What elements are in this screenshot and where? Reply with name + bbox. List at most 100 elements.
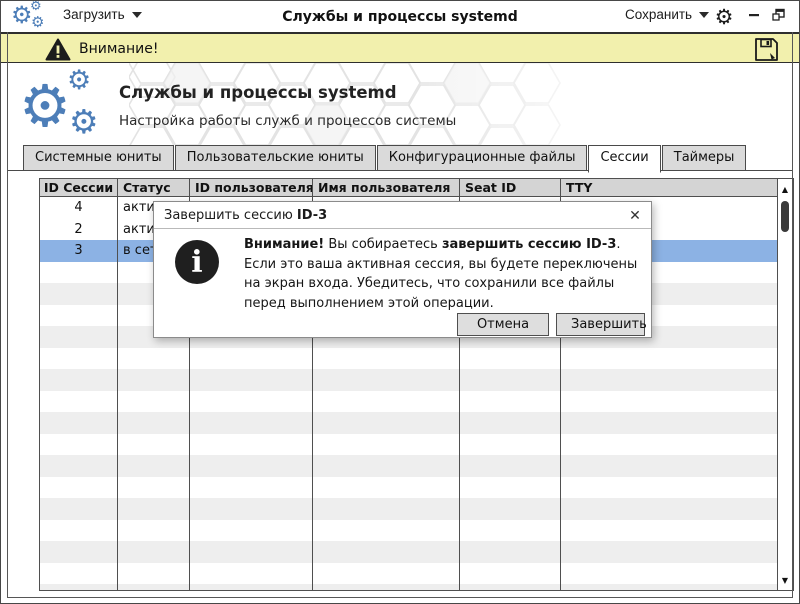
app-window: Службы и процессы systemd ⚙ ⚙ ⚙ Загрузит… [0,0,800,604]
table-cell [40,283,118,305]
scroll-up-arrow-icon[interactable]: ▲ [778,185,792,194]
table-cell [460,563,561,585]
dialog-titlebar: Завершить сессию ID-3 ✕ [154,202,651,229]
table-cell [40,369,118,391]
table-row-empty [40,541,777,563]
hero-title: Службы и процессы systemd [119,83,397,102]
table-row-empty [40,348,777,370]
table-cell[interactable]: 3 [40,240,118,262]
table-cell [313,391,460,413]
save-menu-button[interactable]: Сохранить [619,6,715,23]
table-cell [561,477,777,499]
table-row-empty [40,520,777,542]
table-cell [118,434,190,456]
hero-logo-icon: ⚙ ⚙ ⚙ [19,67,115,141]
table-cell [118,391,190,413]
page-header: ⚙ ⚙ ⚙ Службы и процессы systemd Настройк… [1,63,799,145]
dialog-close-button[interactable]: ✕ [626,206,644,224]
tab-1[interactable]: Пользовательские юниты [175,145,376,171]
table-cell [118,369,190,391]
tab-4[interactable]: Таймеры [662,145,747,171]
table-cell [460,498,561,520]
table-cell [313,563,460,585]
terminate-session-dialog: Завершить сессию ID-3 ✕ i Внимание! Вы с… [153,201,652,338]
table-cell [190,412,313,434]
settings-gear-button[interactable]: ⚙ [711,4,737,30]
table-cell [561,391,777,413]
table-header-row: ID СессииСтатусID пользователяИмя пользо… [40,179,777,197]
table-cell [190,541,313,563]
tab-bar: Системные юнитыПользовательские юнитыКон… [23,145,746,171]
table-cell [460,434,561,456]
table-cell[interactable]: 2 [40,219,118,241]
table-cell [313,434,460,456]
table-cell [190,391,313,413]
close-button[interactable]: ✕ [796,8,800,24]
table-cell [460,541,561,563]
table-cell [460,520,561,542]
minimize-button[interactable] [747,8,761,24]
column-header[interactable]: Имя пользователя [313,179,460,196]
table-cell [313,520,460,542]
table-cell [40,412,118,434]
table-row-empty [40,412,777,434]
table-cell [561,541,777,563]
table-row-empty [40,369,777,391]
table-cell [118,348,190,370]
scroll-down-arrow-icon[interactable]: ▼ [778,576,792,585]
app-logo-icon: ⚙ ⚙ ⚙ [11,2,51,32]
table-cell [40,391,118,413]
load-menu-label: Загрузить [63,7,125,22]
maximize-restore-button[interactable] [771,8,786,24]
table-row-empty [40,498,777,520]
table-row-empty [40,455,777,477]
table-cell [40,477,118,499]
table-cell [460,348,561,370]
table-cell [40,455,118,477]
table-cell [460,391,561,413]
column-header[interactable]: Seat ID [460,179,561,196]
table-cell [118,477,190,499]
table-cell [40,520,118,542]
table-cell [460,477,561,499]
table-cell [561,369,777,391]
table-cell [313,477,460,499]
table-row-empty [40,434,777,456]
table-cell [561,455,777,477]
load-menu-button[interactable]: Загрузить [57,6,148,23]
table-cell [460,369,561,391]
vertical-scrollbar[interactable]: ▲ ▼ [778,178,794,591]
column-header[interactable]: TTY [561,179,777,196]
terminate-button[interactable]: Завершить [556,313,645,336]
table-cell [40,326,118,348]
tab-3[interactable]: Сессии [588,145,660,173]
column-header[interactable]: ID Сессии [40,179,118,196]
table-cell [313,455,460,477]
column-header[interactable]: ID пользователя [190,179,313,196]
hero-subtitle: Настройка работы служб и процессов систе… [119,113,456,129]
close-icon: ✕ [629,207,641,223]
table-cell [561,434,777,456]
scrollbar-thumb[interactable] [781,201,789,232]
table-cell [190,520,313,542]
table-cell [118,412,190,434]
table-cell [190,369,313,391]
tab-2[interactable]: Конфигурационные файлы [377,145,588,171]
dropdown-caret-icon [699,12,709,18]
table-cell[interactable]: 4 [40,197,118,219]
table-cell [40,305,118,327]
warning-label: Внимание! [79,41,158,57]
window-controls: ✕ [747,8,800,24]
column-header[interactable]: Статус [118,179,190,196]
tab-0[interactable]: Системные юниты [23,145,174,171]
table-cell [190,563,313,585]
cancel-button[interactable]: Отмена [457,313,549,336]
save-menu-label: Сохранить [625,7,692,22]
table-cell [313,584,460,591]
table-cell [561,412,777,434]
table-cell [561,563,777,585]
table-cell [561,520,777,542]
table-cell [313,541,460,563]
save-warning-button[interactable] [751,36,781,64]
dialog-title: Завершить сессию ID-3 [154,208,327,223]
